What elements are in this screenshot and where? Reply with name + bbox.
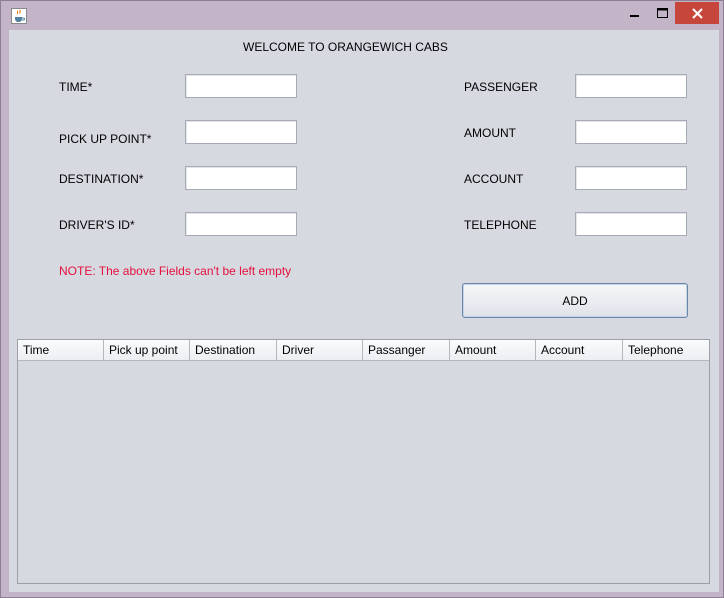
column-header-destination[interactable]: Destination	[190, 340, 277, 361]
passenger-label: PASSENGER	[464, 80, 538, 94]
column-header-telephone[interactable]: Telephone	[623, 340, 709, 361]
minimize-button[interactable]	[621, 2, 649, 24]
passenger-field[interactable]	[575, 74, 687, 98]
pickup-point-field[interactable]	[185, 120, 297, 144]
close-icon	[691, 7, 703, 19]
column-header-passanger[interactable]: Passanger	[363, 340, 450, 361]
column-header-time[interactable]: Time	[18, 340, 104, 361]
column-header-driver[interactable]: Driver	[277, 340, 363, 361]
required-fields-note: NOTE: The above Fields can't be left emp…	[59, 264, 292, 278]
destination-label: DESTINATION*	[59, 172, 144, 186]
time-label: TIME*	[59, 80, 93, 94]
maximize-button[interactable]	[649, 2, 675, 24]
title-bar[interactable]	[1, 1, 723, 30]
drivers-id-field[interactable]	[185, 212, 297, 236]
amount-field[interactable]	[575, 120, 687, 144]
column-header-amount[interactable]: Amount	[450, 340, 536, 361]
time-field[interactable]	[185, 74, 297, 98]
telephone-label: TELEPHONE	[464, 218, 537, 232]
table-header: Time Pick up point Destination Driver Pa…	[18, 340, 709, 361]
maximize-icon	[656, 8, 668, 18]
minimize-icon	[630, 15, 639, 17]
telephone-field[interactable]	[575, 212, 687, 236]
destination-field[interactable]	[185, 166, 297, 190]
page-title: WELCOME TO ORANGEWICH CABS	[243, 40, 448, 54]
pickup-point-label: PICK UP POINT*	[59, 132, 152, 146]
column-header-pickup-point[interactable]: Pick up point	[104, 340, 190, 361]
drivers-id-label: DRIVER'S ID*	[59, 218, 135, 232]
form-panel: WELCOME TO ORANGEWICH CABS TIME* PICK UP…	[9, 30, 719, 592]
account-field[interactable]	[575, 166, 687, 190]
java-cup-icon	[11, 8, 27, 24]
account-label: ACCOUNT	[464, 172, 524, 186]
app-window: WELCOME TO ORANGEWICH CABS TIME* PICK UP…	[0, 0, 724, 598]
amount-label: AMOUNT	[464, 126, 516, 140]
column-header-account[interactable]: Account	[536, 340, 623, 361]
bookings-table[interactable]: Time Pick up point Destination Driver Pa…	[17, 339, 710, 584]
close-button[interactable]	[675, 2, 719, 24]
add-button[interactable]: ADD	[462, 283, 688, 318]
